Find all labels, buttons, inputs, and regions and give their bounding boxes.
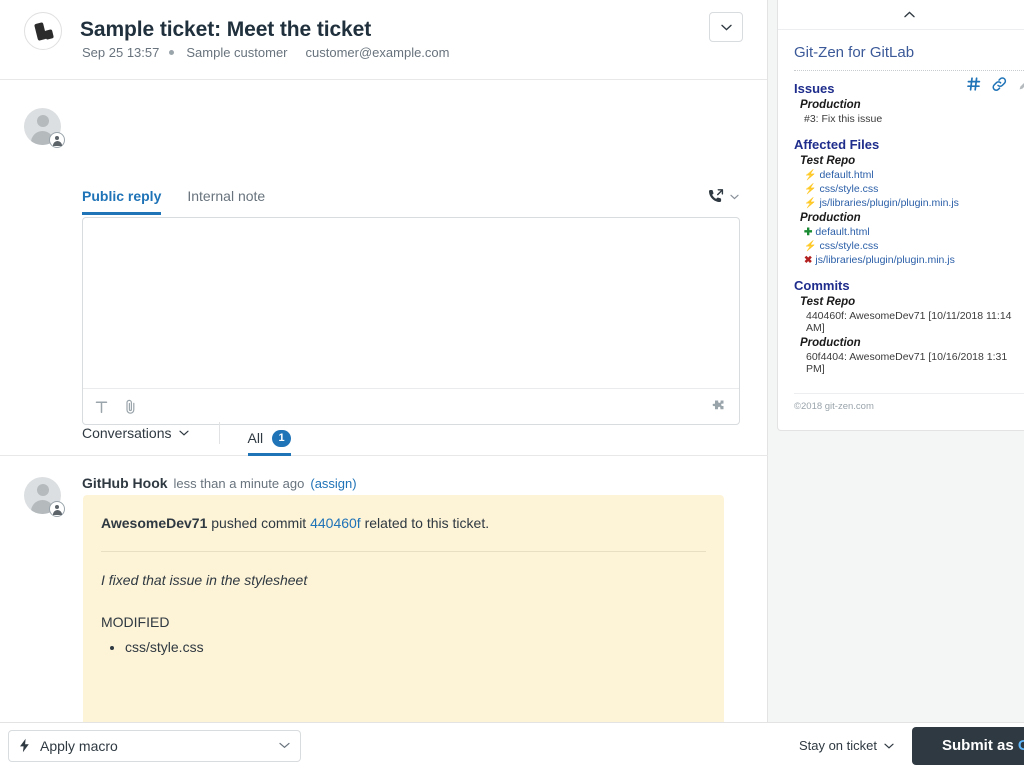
file-item[interactable]: ✚ default.html (804, 226, 1024, 238)
chevron-down-icon (279, 742, 290, 749)
issue-item[interactable]: #3: Fix this issue (804, 113, 1024, 125)
repo-label: Production (800, 212, 1024, 224)
modified-icon: ⚡ (804, 241, 816, 252)
agent-badge-icon (49, 501, 65, 517)
ticket-timestamp: Sep 25 13:57 (82, 45, 159, 60)
commit-item[interactable]: 60f4404: AwesomeDev71 [10/16/2018 1:31 P… (806, 351, 1024, 375)
stay-on-ticket-label: Stay on ticket (799, 738, 877, 753)
ticket-collapse-button[interactable] (709, 12, 743, 42)
ticket-main-panel: Sample ticket: Meet the ticket Sep 25 13… (0, 0, 768, 722)
note-action-before: pushed commit (211, 515, 306, 531)
event-feed: GitHub Hook less than a minute ago (assi… (0, 457, 768, 722)
assign-link[interactable]: (assign) (310, 476, 356, 491)
reply-input[interactable] (83, 218, 739, 390)
note-actor: AwesomeDev71 (101, 515, 207, 531)
avatar (24, 477, 61, 514)
file-name: js/libraries/plugin/plugin.min.js (815, 254, 954, 266)
submit-button[interactable]: Submit as O (912, 727, 1024, 765)
repo-label: Production (800, 99, 1024, 111)
stay-on-ticket-dropdown[interactable]: Stay on ticket (799, 738, 894, 753)
tab-internal-note[interactable]: Internal note (187, 188, 265, 215)
section-heading-affected-files: Affected Files (794, 137, 1024, 152)
apply-macro-select[interactable]: Apply macro (8, 730, 301, 762)
git-zen-body: Issues Production #3: Fix this issue Aff… (778, 71, 1024, 375)
file-name: js/libraries/plugin/plugin.min.js (819, 197, 958, 209)
chevron-up-icon (904, 11, 915, 18)
ticket-footer-bar: Apply macro Stay on ticket Submit as O (0, 722, 1024, 768)
ticket-email[interactable]: customer@example.com (306, 45, 450, 60)
separator-dot-icon (169, 50, 174, 55)
modified-icon: ⚡ (804, 184, 816, 195)
divider (101, 551, 706, 552)
conversations-label: Conversations (82, 425, 172, 441)
repo-label: Production (800, 337, 1024, 349)
repo-label: Test Repo (800, 155, 1024, 167)
reply-composer: Public reply Internal note (0, 80, 767, 400)
app-title: Git-Zen for GitLab (778, 30, 1024, 70)
file-name: default.html (815, 226, 869, 238)
ticket-requester[interactable]: Sample customer (186, 45, 287, 60)
tab-public-reply[interactable]: Public reply (82, 188, 161, 215)
composer-tabs: Public reply Internal note (82, 188, 740, 215)
link-icon[interactable] (992, 77, 1007, 96)
brand-logo-icon (24, 12, 62, 50)
file-item[interactable]: ⚡ js/libraries/plugin/plugin.min.js (804, 197, 1024, 209)
tab-all[interactable]: All 1 (248, 410, 292, 456)
ticket-meta: Sep 25 13:57 Sample customer customer@ex… (82, 45, 449, 60)
file-name: css/style.css (819, 183, 878, 195)
chevron-down-icon (721, 24, 732, 31)
chevron-down-icon (730, 194, 739, 200)
ticket-header: Sample ticket: Meet the ticket Sep 25 13… (0, 0, 767, 80)
note-section-label: MODIFIED (101, 614, 706, 630)
lightning-bolt-icon (19, 738, 30, 753)
modified-icon: ⚡ (804, 170, 816, 181)
event-header: GitHub Hook less than a minute ago (assi… (82, 475, 357, 491)
deleted-icon: ✖ (804, 255, 812, 266)
chevron-down-icon (884, 743, 894, 749)
agent-badge-icon (49, 132, 65, 148)
apps-sidebar-panel: Git-Zen for GitLab (777, 0, 1024, 431)
page-title: Sample ticket: Meet the ticket (80, 18, 371, 42)
pencil-icon[interactable] (1018, 77, 1024, 96)
event-author: GitHub Hook (82, 475, 168, 491)
submit-prefix: Submit as (942, 737, 1018, 754)
tab-all-label: All (248, 430, 264, 446)
section-heading-commits: Commits (794, 278, 1024, 293)
divider (219, 422, 220, 444)
git-zen-actions (967, 77, 1024, 96)
note-action-after: related to this ticket. (365, 515, 490, 531)
event-time: less than a minute ago (174, 476, 305, 491)
event-note-card: AwesomeDev71 pushed commit 440460f relat… (83, 495, 724, 750)
commit-link[interactable]: 440460f (310, 515, 361, 531)
apply-macro-label: Apply macro (40, 738, 279, 754)
file-item[interactable]: ⚡ css/style.css (804, 240, 1024, 252)
outbound-call-icon (707, 188, 724, 205)
composer-box (82, 217, 740, 425)
file-item[interactable]: ⚡ css/style.css (804, 183, 1024, 195)
chevron-down-icon (179, 430, 189, 436)
added-icon: ✚ (804, 227, 812, 238)
sidebar-collapse-button[interactable] (778, 0, 1024, 30)
ticket-app: Sample ticket: Meet the ticket Sep 25 13… (0, 0, 1024, 768)
repo-label: Test Repo (800, 296, 1024, 308)
status-badge: 1 (272, 430, 291, 447)
hash-icon[interactable] (967, 77, 981, 96)
file-item[interactable]: ⚡ default.html (804, 169, 1024, 181)
file-item[interactable]: ✖ js/libraries/plugin/plugin.min.js (804, 254, 1024, 266)
commit-item[interactable]: 440460f: AwesomeDev71 [10/11/2018 11:14 … (806, 310, 1024, 334)
modified-icon: ⚡ (804, 198, 816, 209)
note-file-list: css/style.css (125, 639, 706, 655)
file-name: default.html (819, 169, 873, 181)
commit-message: I fixed that issue in the stylesheet (101, 572, 706, 588)
app-copyright: ©2018 git-zen.com (778, 394, 1024, 412)
file-name: css/style.css (819, 240, 878, 252)
list-item: css/style.css (125, 639, 706, 655)
note-summary: AwesomeDev71 pushed commit 440460f relat… (101, 513, 706, 533)
submit-status: O (1018, 737, 1024, 754)
agent-avatar (24, 108, 61, 145)
conversations-dropdown[interactable]: Conversations (82, 425, 189, 441)
conversation-filter-bar: Conversations All 1 (0, 410, 768, 456)
call-button[interactable] (707, 188, 739, 205)
